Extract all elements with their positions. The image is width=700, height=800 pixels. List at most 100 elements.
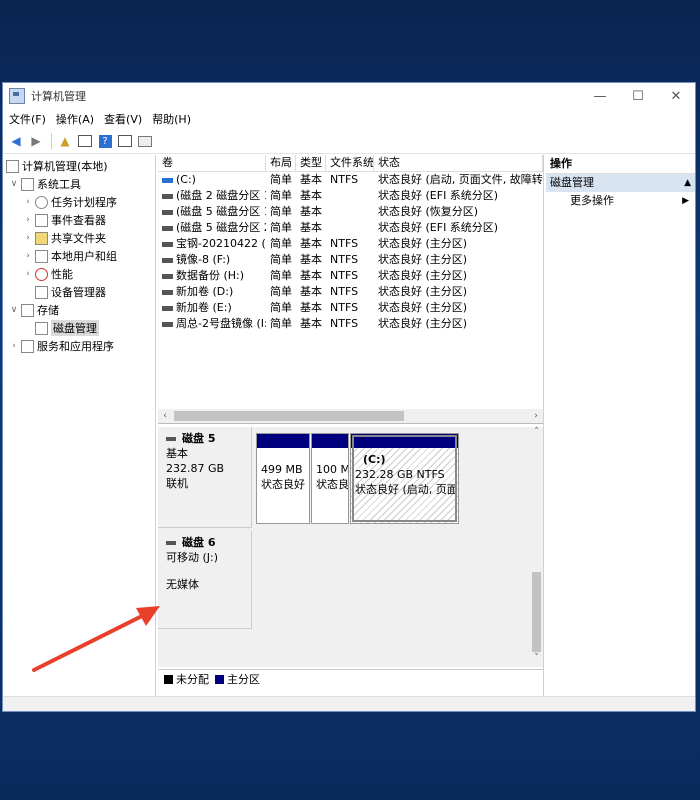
col-volume[interactable]: 卷	[158, 155, 266, 171]
disk6-info[interactable]: 磁盘 6 可移动 (J:) 无媒体	[158, 531, 252, 629]
table-row[interactable]: (磁盘 5 磁盘分区 1) 简单 基本 状态良好 (恢复分区)	[158, 204, 543, 220]
expand-arrow-icon[interactable]: ›	[23, 215, 33, 225]
disk5-partition-1[interactable]: 499 MB 状态良好	[256, 433, 310, 524]
menu-view[interactable]: 查看(V)	[104, 111, 142, 127]
tree-root[interactable]: 计算机管理(本地)	[3, 157, 155, 175]
legend-unallocated: 未分配	[176, 673, 209, 686]
tree-services-apps[interactable]: › 服务和应用程序	[3, 337, 155, 355]
cell-text: NTFS	[330, 237, 359, 250]
tree-system-tools[interactable]: ∨ 系统工具	[3, 175, 155, 193]
table-cell: NTFS	[326, 316, 374, 332]
expand-arrow-icon[interactable]: ›	[23, 197, 33, 207]
annotation-arrow-icon	[32, 606, 160, 672]
table-row[interactable]: (C:) 简单基本 NTFS 状态良好 (启动, 页面文件, 故障转储, 三	[158, 172, 543, 188]
actions-pane: 操作 磁盘管理 ▲ 更多操作 ▶	[546, 155, 695, 711]
computer-management-icon	[6, 159, 19, 173]
disk5-partition-2[interactable]: 100 M 状态良	[311, 433, 349, 524]
status-bar	[3, 696, 695, 711]
cell-text: (磁盘 5 磁盘分区 1)	[176, 205, 266, 218]
menu-action[interactable]: 操作(A)	[56, 111, 94, 127]
scroll-up-icon[interactable]: ˄	[530, 427, 543, 441]
scroll-thumb[interactable]	[174, 411, 404, 421]
table-row[interactable]: 新加卷 (E:) 简单 基本 NTFS 状态良好 (主分区)	[158, 300, 543, 316]
cell-text: 简单	[270, 237, 292, 250]
expand-arrow-icon[interactable]: ›	[23, 269, 33, 279]
expand-arrow-icon[interactable]: ›	[23, 251, 33, 261]
cell-text: (磁盘 2 磁盘分区 1)	[176, 189, 266, 202]
collapse-arrow-icon[interactable]: ∨	[9, 179, 19, 189]
show-hide-action-pane-button[interactable]	[116, 132, 134, 150]
tree-performance[interactable]: › 性能	[3, 265, 155, 283]
volume-table-header: 卷 布局 类型 文件系统 状态	[158, 155, 543, 172]
cell-text: 状态良好 (主分区)	[378, 317, 468, 330]
table-cell: (磁盘 2 磁盘分区 1)	[158, 188, 266, 204]
minimize-button[interactable]: —	[581, 83, 619, 109]
table-row[interactable]: (磁盘 2 磁盘分区 1) 简单 基本 状态良好 (EFI 系统分区)	[158, 188, 543, 204]
table-cell: (磁盘 5 磁盘分区 1)	[158, 204, 266, 220]
table-cell: 基本	[296, 236, 326, 252]
volume-icon	[162, 321, 173, 327]
table-cell: NTFS	[326, 284, 374, 300]
table-cell: 基本	[296, 316, 326, 332]
show-hide-tree-button[interactable]	[76, 132, 94, 150]
vertical-scrollbar[interactable]: ˄ ˅	[530, 427, 543, 667]
table-cell: 基本	[296, 188, 326, 204]
col-status[interactable]: 状态	[374, 155, 543, 171]
up-level-button[interactable]: ▲	[56, 132, 74, 150]
expand-arrow-icon[interactable]: ›	[9, 341, 19, 351]
actions-section-disk-management[interactable]: 磁盘管理 ▲	[546, 174, 695, 192]
tree-device-manager[interactable]: 设备管理器	[3, 283, 155, 301]
tree-shared-folders-label: 共享文件夹	[51, 232, 106, 245]
cell-text: 数据备份 (H:)	[176, 269, 245, 282]
horizontal-scrollbar[interactable]: ‹ ›	[158, 409, 543, 423]
actions-header: 操作	[546, 155, 695, 174]
scroll-right-icon[interactable]: ›	[529, 411, 543, 421]
table-row[interactable]: 周总-2号盘镜像 (I:) 简单 基本 NTFS 状态良好 (主分区)	[158, 316, 543, 332]
tree-storage[interactable]: ∨ 存储	[3, 301, 155, 319]
tree-disk-management[interactable]: 磁盘管理	[3, 319, 155, 337]
help-button[interactable]: ?	[96, 132, 114, 150]
collapse-triangle-icon[interactable]: ▲	[684, 174, 691, 192]
scroll-left-icon[interactable]: ‹	[158, 411, 172, 421]
volume-icon	[162, 225, 173, 231]
forward-button[interactable]: ▶	[27, 132, 45, 150]
tree-event-viewer[interactable]: › 事件查看器	[3, 211, 155, 229]
scroll-thumb[interactable]	[532, 572, 541, 652]
disk6-type: 可移动 (J:)	[166, 551, 219, 564]
collapse-arrow-icon[interactable]: ∨	[9, 305, 19, 315]
tree-shared-folders[interactable]: › 共享文件夹	[3, 229, 155, 247]
back-arrow-icon: ◀	[11, 134, 21, 148]
tree-device-manager-label: 设备管理器	[51, 286, 106, 299]
table-row[interactable]: 宝钢-20210422 (G:) 简单基本 NTFS 状态良好 (主分区)	[158, 236, 543, 252]
table-cell: 简单	[266, 316, 296, 332]
col-filesystem[interactable]: 文件系统	[326, 155, 374, 171]
menu-help[interactable]: 帮助(H)	[152, 111, 191, 127]
col-layout[interactable]: 布局	[266, 155, 296, 171]
col-type[interactable]: 类型	[296, 155, 326, 171]
tree-task-scheduler[interactable]: › 任务计划程序	[3, 193, 155, 211]
primary-partition-bar	[257, 434, 309, 448]
window-controls: — ☐ ✕	[581, 83, 695, 109]
table-row[interactable]: 新加卷 (D:) 简单 基本 NTFS 状态良好 (主分区)	[158, 284, 543, 300]
maximize-button[interactable]: ☐	[619, 83, 657, 109]
table-cell: 基本	[296, 284, 326, 300]
more-actions[interactable]: 更多操作 ▶	[546, 192, 695, 210]
table-row[interactable]: 数据备份 (H:) 简单 基本 NTFS 状态良好 (主分区)	[158, 268, 543, 284]
table-cell: 简单	[266, 268, 296, 284]
menu-file[interactable]: 文件(F)	[9, 111, 46, 127]
close-button[interactable]: ✕	[657, 83, 695, 109]
table-cell	[326, 188, 374, 204]
properties-button[interactable]	[136, 132, 154, 150]
cell-text: 基本	[300, 285, 322, 298]
disk5-status: 联机	[166, 477, 188, 490]
disk5-partition-c[interactable]: (C:) 232.28 GB NTFS 状态良好 (启动, 页面文	[350, 433, 459, 524]
scroll-down-icon[interactable]: ˅	[530, 653, 543, 667]
table-row[interactable]: (磁盘 5 磁盘分区 2) 简单 基本 状态良好 (EFI 系统分区)	[158, 220, 543, 236]
back-button[interactable]: ◀	[7, 132, 25, 150]
tree-local-users[interactable]: › 本地用户和组	[3, 247, 155, 265]
expand-arrow-icon[interactable]: ›	[23, 233, 33, 243]
table-row[interactable]: 镜像-8 (F:) 简单 基本 NTFS 状态良好 (主分区)	[158, 252, 543, 268]
cell-text: 基本	[300, 237, 322, 250]
cell-text: NTFS	[330, 173, 359, 186]
disk5-info[interactable]: 磁盘 5 基本 232.87 GB 联机	[158, 427, 252, 528]
